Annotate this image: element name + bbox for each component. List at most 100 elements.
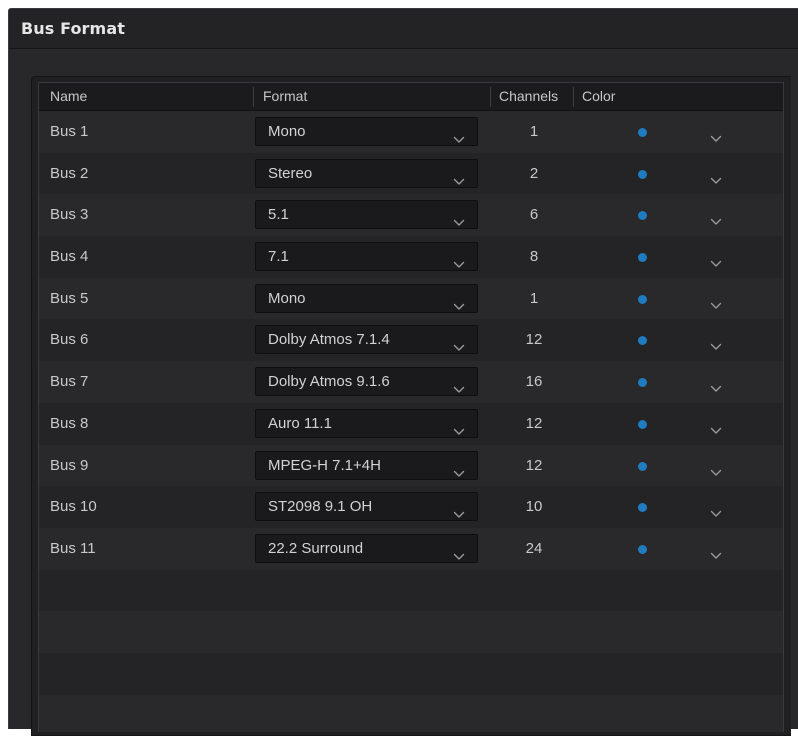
channel-count: 1	[529, 289, 539, 307]
header-name: Name	[50, 88, 88, 104]
format-value: Mono	[268, 123, 306, 140]
color-dot-icon[interactable]	[638, 503, 647, 513]
channel-count: 16	[525, 373, 543, 391]
format-select[interactable]: 5.1	[255, 200, 478, 230]
color-dot-icon[interactable]	[638, 169, 647, 179]
table-row[interactable]: Bus 2 Stereo 2	[39, 152, 783, 195]
dialog-title: Bus Format	[21, 19, 125, 38]
color-dot-icon[interactable]	[638, 128, 647, 137]
format-value: 5.1	[268, 206, 289, 224]
color-dot-icon[interactable]	[638, 378, 647, 388]
color-dot-icon[interactable]	[638, 253, 647, 263]
format-select[interactable]: Mono	[255, 283, 478, 313]
bus-name: Bus 6	[50, 331, 89, 349]
format-select[interactable]: MPEG-H 7.1+4H	[255, 450, 478, 480]
bus-table: Name Format Channels Color Bus 1 Mono 1 Bus…	[38, 82, 784, 732]
chevron-down-icon[interactable]	[710, 462, 722, 476]
bus-name: Bus 2	[50, 164, 89, 182]
channel-count: 12	[525, 414, 543, 432]
table-row[interactable]: Bus 8 Auro 11.1 12	[39, 402, 783, 445]
format-select[interactable]: Auro 11.1	[255, 408, 478, 438]
channel-count: 24	[525, 539, 543, 557]
chevron-down-icon	[453, 379, 465, 393]
bus-name: Bus 7	[50, 373, 89, 391]
format-select[interactable]: Dolby Atmos 7.1.4	[255, 325, 478, 355]
bus-name: Bus 10	[50, 498, 97, 516]
bus-name: Bus 4	[50, 248, 89, 266]
channel-count: 10	[525, 498, 543, 516]
table-header: Name Format Channels Color	[39, 83, 783, 111]
header-divider[interactable]	[490, 87, 491, 107]
color-dot-icon[interactable]	[638, 294, 647, 304]
channel-count: 2	[529, 164, 539, 182]
table-row[interactable]: Bus 4 7.1 8	[39, 236, 783, 278]
chevron-down-icon	[453, 212, 465, 227]
format-select[interactable]: Dolby Atmos 9.1.6	[255, 367, 478, 397]
color-dot-icon[interactable]	[638, 544, 647, 554]
chevron-down-icon	[453, 463, 465, 477]
chevron-down-icon[interactable]	[710, 503, 722, 517]
format-select[interactable]: Stereo	[255, 158, 478, 188]
bus-name: Bus 9	[50, 456, 89, 474]
chevron-down-icon[interactable]	[710, 170, 722, 184]
bus-name: Bus 3	[50, 206, 89, 224]
table-row[interactable]: Bus 10 ST2098 9.1 OH 10	[39, 486, 783, 528]
format-value: 7.1	[268, 248, 289, 266]
format-value: 22.2 Surround	[268, 539, 364, 557]
chevron-down-icon[interactable]	[710, 420, 722, 434]
table-row[interactable]: Bus 1 Mono 1	[39, 111, 783, 153]
chevron-down-icon[interactable]	[710, 128, 722, 142]
format-select[interactable]: 7.1	[255, 242, 478, 272]
format-select[interactable]: ST2098 9.1 OH	[255, 492, 478, 522]
channel-count: 8	[529, 248, 539, 266]
header-channels: Channels	[499, 88, 559, 104]
chevron-down-icon	[453, 337, 465, 352]
empty-row	[39, 611, 783, 653]
header-color: Color	[582, 88, 616, 104]
title-bar: Bus Format	[9, 9, 798, 49]
chevron-down-icon[interactable]	[710, 378, 722, 392]
chevron-down-icon	[453, 129, 465, 143]
color-dot-icon[interactable]	[638, 419, 647, 429]
chevron-down-icon	[453, 171, 465, 185]
header-divider[interactable]	[573, 87, 574, 107]
table-row[interactable]: Bus 7 Dolby Atmos 9.1.6 16	[39, 361, 783, 403]
channel-count: 12	[525, 456, 543, 474]
color-dot-icon[interactable]	[638, 211, 647, 221]
chevron-down-icon[interactable]	[710, 336, 722, 351]
channel-count: 12	[525, 331, 543, 349]
chevron-down-icon	[453, 504, 465, 518]
format-value: Mono	[268, 289, 306, 307]
empty-row	[39, 652, 783, 695]
chevron-down-icon[interactable]	[710, 211, 722, 226]
format-select[interactable]: 22.2 Surround	[255, 533, 478, 563]
bus-name: Bus 1	[50, 123, 89, 140]
table-row[interactable]: Bus 3 5.1 6	[39, 194, 783, 237]
header-format: Format	[263, 88, 308, 104]
chevron-down-icon[interactable]	[710, 253, 722, 267]
format-value: Auro 11.1	[268, 414, 332, 432]
format-value: ST2098 9.1 OH	[268, 498, 373, 516]
color-dot-icon[interactable]	[638, 461, 647, 471]
bus-name: Bus 5	[50, 289, 89, 307]
format-value: MPEG-H 7.1+4H	[268, 456, 381, 474]
channel-count: 1	[529, 123, 539, 140]
table-row[interactable]: Bus 11 22.2 Surround 24	[39, 527, 783, 570]
bus-name: Bus 8	[50, 414, 89, 432]
table-row[interactable]: Bus 6 Dolby Atmos 7.1.4 12	[39, 319, 783, 362]
table-body: Bus 1 Mono 1 Bus 2 Stereo 2 Bus 3 5.1 6 Bus 4 7.1 8…	[39, 111, 783, 732]
channel-count: 6	[529, 206, 539, 224]
chevron-down-icon	[453, 421, 465, 435]
format-value: Dolby Atmos 7.1.4	[268, 331, 390, 349]
chevron-down-icon	[453, 254, 465, 268]
table-row[interactable]: Bus 5 Mono 1	[39, 277, 783, 320]
header-divider[interactable]	[253, 87, 254, 107]
chevron-down-icon[interactable]	[710, 295, 722, 309]
color-dot-icon[interactable]	[638, 336, 647, 346]
format-select[interactable]: Mono	[255, 117, 478, 146]
format-value: Dolby Atmos 9.1.6	[268, 373, 390, 391]
format-value: Stereo	[268, 164, 313, 182]
table-row[interactable]: Bus 9 MPEG-H 7.1+4H 12	[39, 444, 783, 487]
chevron-down-icon[interactable]	[710, 545, 722, 559]
empty-row	[39, 569, 783, 612]
